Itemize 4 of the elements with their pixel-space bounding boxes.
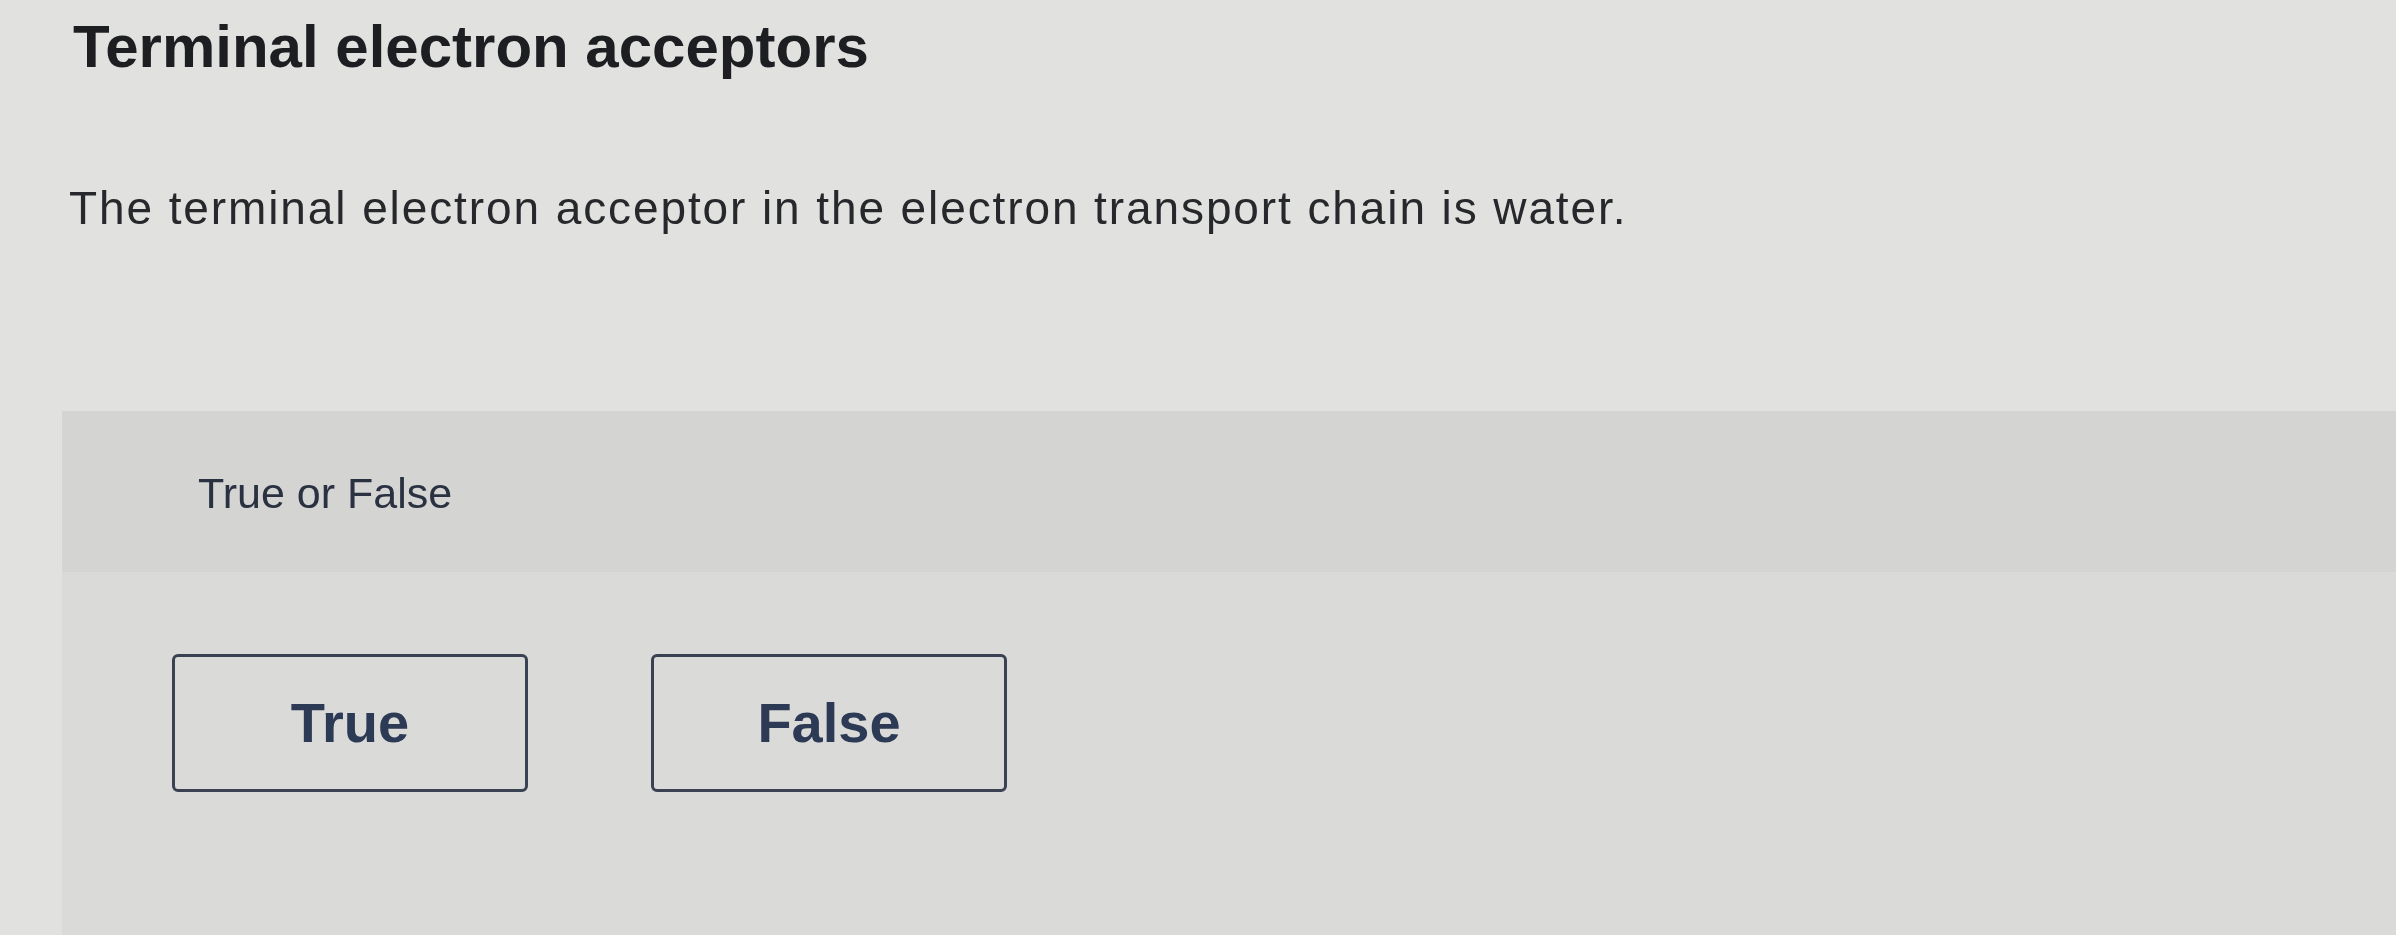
answer-button[interactable]: False <box>651 654 1007 792</box>
prompt-text: True or False <box>198 472 453 515</box>
page-title: Terminal electron acceptors <box>73 17 869 77</box>
answer-button[interactable]: True <box>172 654 528 792</box>
